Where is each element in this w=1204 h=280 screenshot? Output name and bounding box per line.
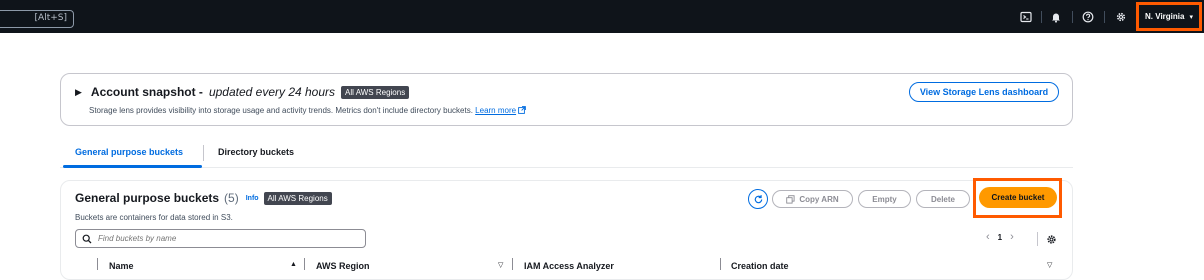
- snapshot-header[interactable]: ▶ Account snapshot - updated every 24 ho…: [75, 85, 410, 99]
- delete-label: Delete: [930, 194, 955, 204]
- sort-icon[interactable]: ▽: [498, 261, 503, 269]
- sort-ascending-icon[interactable]: ▲: [290, 261, 297, 268]
- create-bucket-label: Create bucket: [991, 193, 1045, 202]
- region-badge: All AWS Regions: [341, 85, 410, 99]
- search-shortcut-hint: [Alt+S]: [34, 13, 67, 23]
- empty-label: Empty: [872, 194, 897, 204]
- empty-button[interactable]: Empty: [858, 190, 911, 208]
- bell-icon[interactable]: [1050, 11, 1062, 23]
- buckets-count: (5): [224, 191, 239, 205]
- sort-icon[interactable]: ▽: [1047, 261, 1052, 269]
- learn-more-label: Learn more: [475, 106, 517, 115]
- top-navigation: [Alt+S] N. Virginia ▾: [0, 0, 1204, 33]
- buckets-header: General purpose buckets (5) Info All AWS…: [75, 191, 332, 205]
- view-storage-lens-label: View Storage Lens dashboard: [919, 87, 1049, 97]
- info-link[interactable]: Info: [246, 195, 259, 202]
- help-icon[interactable]: [1082, 11, 1094, 23]
- region-label: N. Virginia: [1145, 12, 1185, 21]
- current-page[interactable]: 1: [998, 233, 1002, 242]
- nav-divider: [1041, 11, 1042, 23]
- snapshot-title: Account snapshot -: [90, 85, 203, 99]
- active-tab-indicator: [63, 165, 202, 168]
- column-header-name[interactable]: Name: [109, 261, 134, 271]
- buckets-title: General purpose buckets: [75, 191, 220, 205]
- copy-arn-button[interactable]: Copy ARN: [772, 190, 853, 208]
- cloudshell-icon[interactable]: [1020, 11, 1032, 23]
- create-bucket-highlight: Create bucket: [973, 178, 1062, 218]
- buckets-description: Buckets are containers for data stored i…: [75, 213, 233, 222]
- tab-divider: [203, 145, 204, 161]
- column-divider: [720, 258, 721, 270]
- pager-divider: [1037, 232, 1038, 246]
- buckets-panel: General purpose buckets (5) Info All AWS…: [60, 178, 1073, 280]
- snapshot-description-text: Storage lens provides visibility into st…: [89, 106, 473, 115]
- nav-divider: [1072, 11, 1073, 23]
- delete-button[interactable]: Delete: [916, 190, 970, 208]
- column-header-creation-date[interactable]: Creation date: [731, 261, 789, 271]
- tab-directory-buckets[interactable]: Directory buckets: [218, 147, 294, 157]
- create-bucket-button[interactable]: Create bucket: [979, 187, 1057, 208]
- refresh-button[interactable]: [748, 189, 768, 209]
- learn-more-link[interactable]: Learn more: [475, 106, 516, 115]
- column-divider: [512, 258, 513, 270]
- nav-divider: [1104, 11, 1105, 23]
- region-badge: All AWS Regions: [263, 191, 332, 205]
- search-input[interactable]: [Alt+S]: [0, 10, 74, 28]
- column-header-region[interactable]: AWS Region: [316, 261, 370, 271]
- gear-icon[interactable]: [1115, 11, 1127, 23]
- find-buckets-field[interactable]: [75, 229, 366, 248]
- previous-page-icon[interactable]: ‹: [986, 231, 990, 243]
- copy-icon: [786, 194, 795, 204]
- chevron-down-icon: ▾: [1189, 13, 1193, 21]
- external-link-icon: [518, 106, 527, 114]
- copy-arn-label: Copy ARN: [799, 194, 839, 204]
- next-page-icon[interactable]: ›: [1010, 231, 1014, 243]
- account-snapshot-panel: ▶ Account snapshot - updated every 24 ho…: [60, 73, 1073, 126]
- pagination: ‹ 1 ›: [986, 231, 1014, 243]
- find-buckets-input[interactable]: [98, 234, 358, 243]
- bucket-tabs: General purpose buckets Directory bucket…: [60, 141, 1073, 168]
- refresh-icon: [754, 194, 762, 203]
- column-header-iam-access-analyzer[interactable]: IAM Access Analyzer: [524, 261, 614, 271]
- expand-caret-icon[interactable]: ▶: [75, 87, 82, 98]
- region-selector[interactable]: N. Virginia ▾: [1136, 2, 1202, 31]
- column-divider: [97, 258, 98, 270]
- view-storage-lens-button[interactable]: View Storage Lens dashboard: [909, 82, 1059, 102]
- table-settings-icon[interactable]: [1046, 234, 1057, 245]
- search-icon: [82, 234, 92, 243]
- snapshot-subtitle: updated every 24 hours: [208, 85, 336, 99]
- column-divider: [304, 258, 305, 270]
- snapshot-description: Storage lens provides visibility into st…: [89, 106, 527, 115]
- tab-general-purpose-buckets[interactable]: General purpose buckets: [75, 147, 183, 157]
